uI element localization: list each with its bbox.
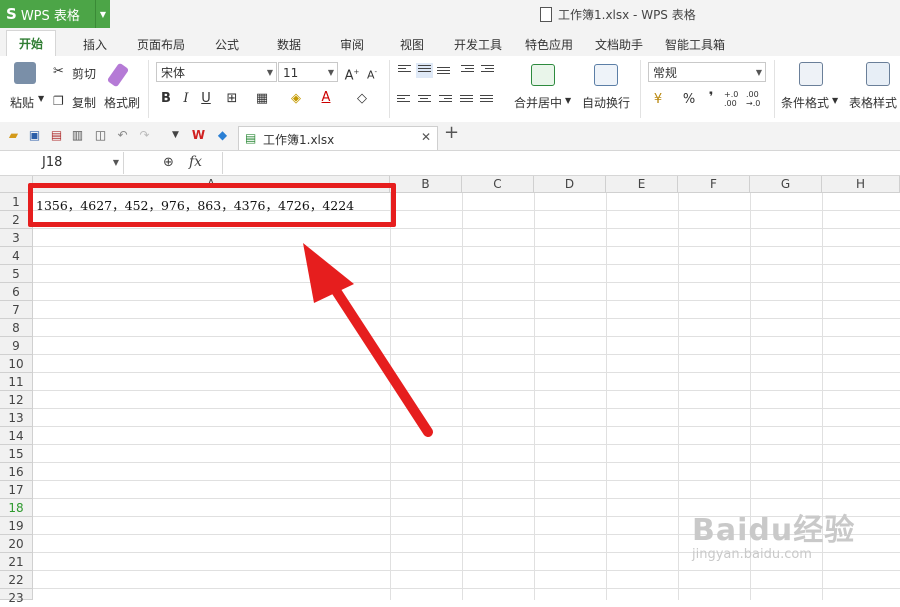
watermark-url: jingyan.baidu.com xyxy=(692,547,812,562)
baidu-watermark: Baidu经验 jingyan.baidu.com xyxy=(692,505,855,562)
watermark-brand: Baidu经验 xyxy=(692,513,856,548)
